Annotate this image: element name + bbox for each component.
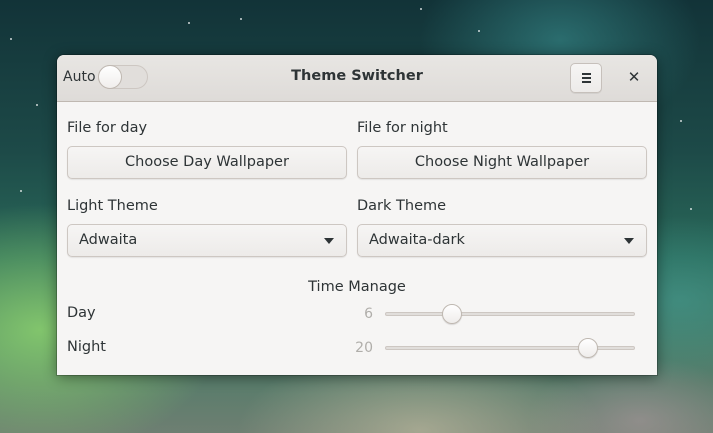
light-theme-dropdown[interactable]: Adwaita — [67, 224, 347, 257]
choose-night-wallpaper-button[interactable]: Choose Night Wallpaper — [357, 146, 647, 179]
star — [188, 22, 190, 24]
menu-button[interactable] — [570, 63, 602, 93]
star — [420, 8, 422, 10]
dark-theme-dropdown[interactable]: Adwaita-dark — [357, 224, 647, 257]
night-label: Night — [67, 339, 106, 355]
day-scale-value: 6 — [364, 306, 373, 322]
theme-switcher-window: Auto Theme Switcher ✕ File for day File … — [57, 55, 657, 375]
chevron-down-icon — [324, 238, 334, 244]
window-title: Theme Switcher — [291, 68, 423, 84]
file-for-night-label: File for night — [357, 120, 448, 136]
star — [20, 190, 22, 192]
close-icon: ✕ — [627, 68, 641, 86]
desktop-background: Auto Theme Switcher ✕ File for day File … — [0, 0, 713, 433]
time-manage-heading: Time Manage — [308, 279, 406, 295]
hamburger-menu-icon — [582, 77, 591, 79]
light-theme-value: Adwaita — [79, 232, 138, 248]
choose-day-wallpaper-button[interactable]: Choose Day Wallpaper — [67, 146, 347, 179]
day-label: Day — [67, 305, 96, 321]
dark-theme-value: Adwaita-dark — [369, 232, 465, 248]
day-scale-trough[interactable] — [385, 312, 635, 316]
star — [680, 120, 682, 122]
night-scale-slider[interactable] — [578, 338, 598, 358]
star — [478, 30, 480, 32]
close-button[interactable]: ✕ — [623, 66, 645, 88]
hamburger-menu-icon — [582, 81, 591, 83]
night-scale-value: 20 — [355, 340, 373, 356]
header-bar: Auto Theme Switcher ✕ — [57, 55, 657, 102]
star — [240, 18, 242, 20]
hamburger-menu-icon — [582, 73, 591, 75]
star — [10, 38, 12, 40]
light-theme-label: Light Theme — [67, 198, 158, 214]
chevron-down-icon — [624, 238, 634, 244]
day-scale-slider[interactable] — [441, 304, 462, 324]
file-for-day-label: File for day — [67, 120, 148, 136]
star — [36, 104, 38, 106]
dark-theme-label: Dark Theme — [357, 198, 447, 214]
star — [690, 208, 692, 210]
